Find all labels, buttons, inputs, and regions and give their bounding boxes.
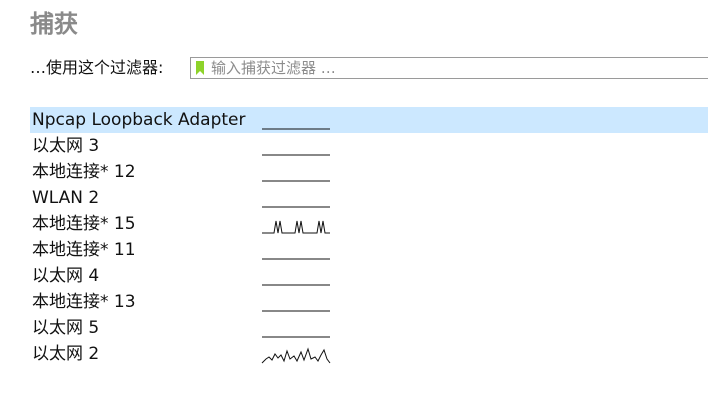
interface-name: 本地连接* 13 [32, 292, 136, 312]
interface-name: 本地连接* 12 [32, 162, 136, 182]
interface-row[interactable]: 本地连接* 12 [30, 159, 708, 185]
interface-row[interactable]: 本地连接* 15 [30, 211, 708, 237]
capture-page: 捕获 …使用这个过滤器: 输入捕获过滤器 … Npcap Loopback Ad… [0, 0, 708, 404]
traffic-sparkline [262, 220, 330, 234]
interface-name: Npcap Loopback Adapter [32, 110, 246, 130]
capture-filter-input[interactable]: 输入捕获过滤器 … [190, 57, 708, 79]
sparkline-trace [262, 220, 330, 234]
interface-name: 本地连接* 11 [32, 240, 136, 260]
interface-name: 以太网 5 [32, 318, 100, 338]
interface-row[interactable]: 以太网 3 [30, 133, 708, 159]
interface-name: 以太网 2 [32, 344, 100, 364]
capture-filter-label: …使用这个过滤器: [30, 58, 164, 77]
interface-row[interactable]: 以太网 2 [30, 341, 708, 367]
interface-list: Npcap Loopback Adapter 以太网 3 本地连接* 12 WL… [30, 107, 708, 367]
traffic-sparkline [262, 336, 330, 338]
interface-row[interactable]: WLAN 2 [30, 185, 708, 211]
traffic-sparkline [262, 180, 330, 182]
section-title: 捕获 [30, 9, 78, 38]
interface-name: WLAN 2 [32, 188, 100, 208]
interface-row[interactable]: Npcap Loopback Adapter [30, 107, 708, 133]
interface-name: 以太网 3 [32, 136, 100, 156]
traffic-sparkline [262, 206, 330, 208]
traffic-sparkline [261, 347, 331, 364]
traffic-sparkline [262, 128, 330, 130]
traffic-sparkline [262, 258, 330, 260]
interface-row[interactable]: 本地连接* 13 [30, 289, 708, 315]
traffic-sparkline [262, 154, 330, 156]
capture-filter-placeholder: 输入捕获过滤器 … [211, 59, 336, 77]
traffic-sparkline [262, 310, 330, 312]
interface-name: 以太网 4 [32, 266, 100, 286]
interface-name: 本地连接* 15 [32, 214, 136, 234]
sparkline-trace [261, 347, 331, 364]
interface-row[interactable]: 以太网 5 [30, 315, 708, 341]
interface-row[interactable]: 本地连接* 11 [30, 237, 708, 263]
bookmark-icon[interactable] [196, 61, 204, 75]
traffic-sparkline [262, 284, 330, 286]
interface-row[interactable]: 以太网 4 [30, 263, 708, 289]
capture-filter-row: …使用这个过滤器: 输入捕获过滤器 … [30, 57, 708, 79]
